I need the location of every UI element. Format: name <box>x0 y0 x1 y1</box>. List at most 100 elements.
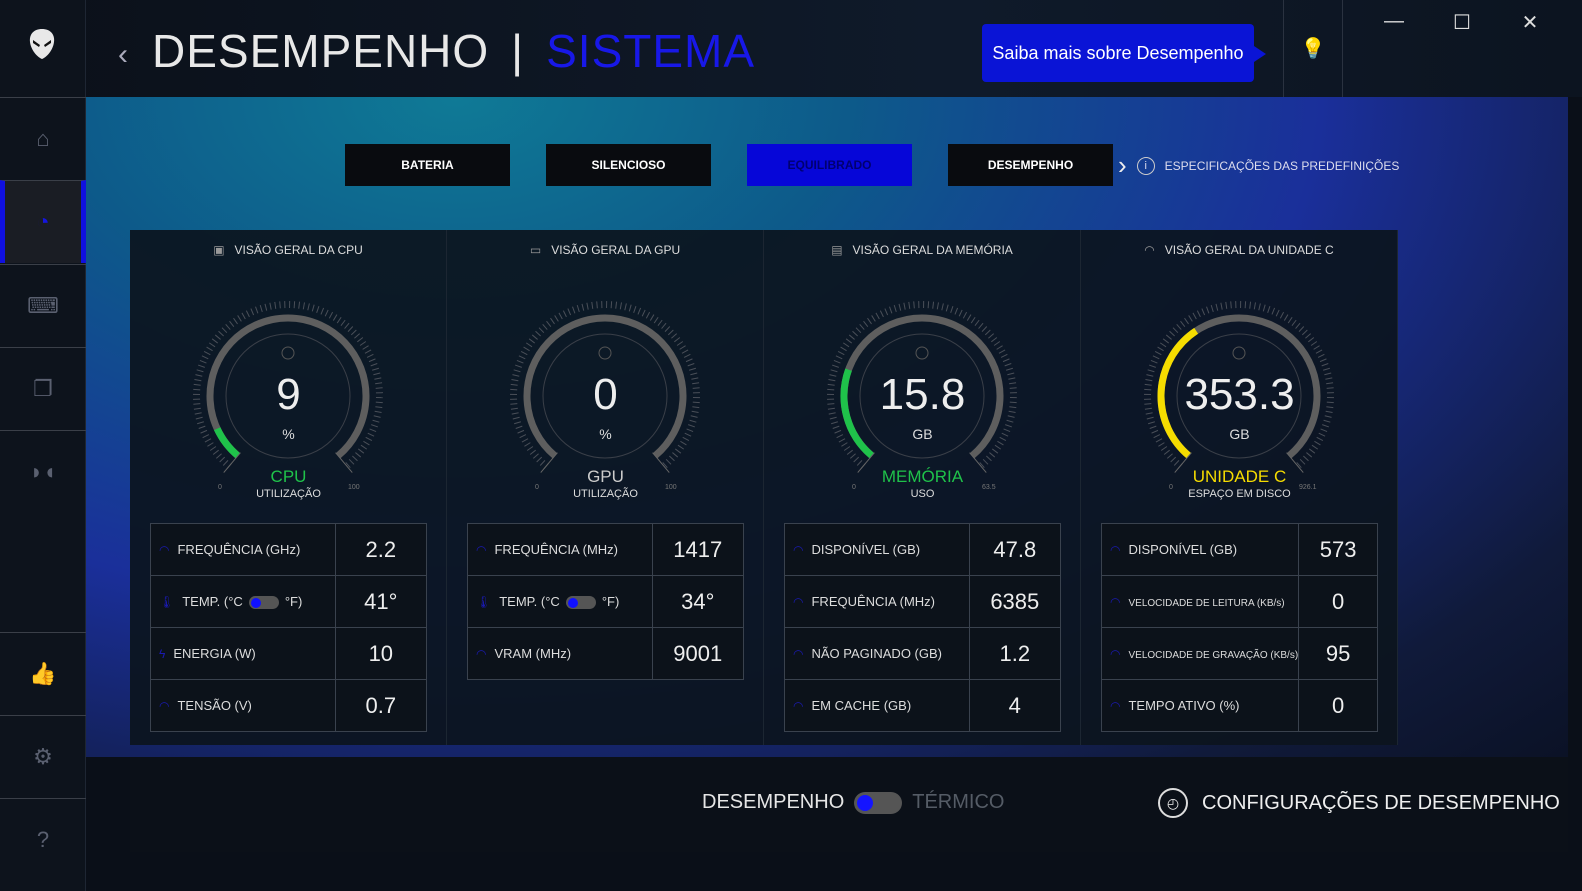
gauge-tick <box>615 301 618 309</box>
row-value: 0 <box>1298 575 1378 628</box>
gauge-tick <box>1319 358 1327 363</box>
row-label-cell: ◠ FREQUÊNCIA (MHz) <box>784 575 970 628</box>
gauge-tick <box>859 323 865 330</box>
gauge-tick <box>664 326 671 332</box>
gauge-tick <box>685 358 693 363</box>
table-row: ◠ FREQUÊNCIA (GHz) 2.2 <box>150 523 428 576</box>
gauge-tick <box>669 455 675 462</box>
gauge-tick <box>837 350 845 356</box>
learn-more-tooltip[interactable]: Saiba mais sobre Desempenho <box>982 24 1266 82</box>
gauge-tick <box>958 309 963 317</box>
gauge-tick <box>665 458 672 465</box>
temperature-unit-toggle[interactable] <box>248 596 279 610</box>
gauge-tick <box>1163 449 1170 455</box>
gauge-icon: ◠ <box>1110 646 1121 661</box>
sidebar-item-performance[interactable]: ◔ <box>0 180 86 263</box>
gauge-tick <box>562 310 567 318</box>
gauge-subtitle: UTILIZAÇÃO <box>256 488 321 500</box>
minimize-button[interactable]: — <box>1374 10 1414 33</box>
gauge-tick <box>1220 302 1223 310</box>
gauge-icon: ◠ <box>1110 594 1121 609</box>
preset-bateria-button[interactable]: BATERIA <box>345 144 510 186</box>
title-main: DESEMPENHO <box>152 25 490 77</box>
gauge-tick <box>1188 315 1193 322</box>
gauge-tick <box>628 304 632 312</box>
table-row: ◠ TENSÃO (V) 0.7 <box>150 679 428 732</box>
gauge-tick <box>898 303 902 311</box>
gauge-tick <box>1173 460 1180 466</box>
settings-icon: ⚙ <box>33 744 53 769</box>
sidebar-item-feedback[interactable]: 👍 <box>0 632 86 715</box>
gauge-tick <box>298 301 301 309</box>
gauge-icon: ◠ <box>793 699 804 713</box>
gauge-tick <box>525 342 533 348</box>
back-icon[interactable]: ‹ <box>118 38 128 72</box>
gauge-tick <box>657 319 663 327</box>
overview-column: ▣ VISÃO GERAL DA CPU 9 % CPU UTILIZAÇÃO 0… <box>130 230 447 745</box>
gauge-tick <box>671 333 678 339</box>
sidebar-item-dolby[interactable]: ◗◖ <box>0 430 86 513</box>
preset-specs-link[interactable]: › i ESPECIFICAÇÕES DAS PREDEFINIÇÕES <box>1118 150 1399 181</box>
gauge-tick <box>221 327 228 334</box>
sidebar-item-peripherals[interactable]: ⌨ <box>0 264 86 347</box>
gauge-tick <box>1301 329 1308 336</box>
gauge-icon: ◠ <box>476 647 487 661</box>
gauge-tick <box>576 305 580 312</box>
preset-silencioso-button[interactable]: SILENCIOSO <box>546 144 711 186</box>
gauge-tick <box>936 302 939 310</box>
mode-toggle[interactable] <box>854 791 903 814</box>
preset-equilibrado-button[interactable]: EQUILIBRADO <box>747 144 912 186</box>
gauge-value: 9 <box>276 370 301 419</box>
gauge-tick <box>1166 453 1173 459</box>
gauge-tick <box>1249 301 1252 309</box>
temperature-unit-toggle[interactable] <box>565 596 596 610</box>
overview-panel: ▣ VISÃO GERAL DA CPU 9 % CPU UTILIZAÇÃO 0… <box>130 230 1398 745</box>
gauge-tick <box>370 363 378 367</box>
lightbulb-icon[interactable]: 💡 <box>1283 0 1343 97</box>
gauge-tick <box>1275 309 1280 317</box>
gauge-tick <box>982 458 989 465</box>
gauge-tick <box>316 306 320 313</box>
gauge-tick <box>1154 350 1162 356</box>
gauge-tick <box>532 453 539 459</box>
gauge-tick <box>1267 306 1271 313</box>
gauge-tick <box>871 315 876 322</box>
overview-column: ▭ VISÃO GERAL DA GPU 0 % GPU UTILIZAÇÃO 0… <box>447 230 764 745</box>
library-icon: ❐ <box>33 376 53 401</box>
gauge-tick <box>528 338 536 344</box>
gauge-tick <box>197 421 204 425</box>
gauge-name: CPU <box>270 467 307 486</box>
gauge-tick <box>350 329 357 336</box>
preset-desempenho-button[interactable]: DESEMPENHO <box>948 144 1113 186</box>
gauge-tick <box>932 301 935 309</box>
gauge-tick <box>516 359 524 364</box>
sidebar-item-library[interactable]: ❐ <box>0 347 86 430</box>
gauge-subtitle: USO <box>910 488 935 500</box>
sidebar-item-help[interactable]: ? <box>0 798 86 881</box>
gauge-tick <box>1169 330 1175 337</box>
gauge-tick <box>255 306 259 314</box>
gauge-tick <box>843 446 851 451</box>
info-icon <box>281 346 295 360</box>
gauge-tick <box>1002 358 1010 363</box>
gauge-tick <box>981 326 988 332</box>
row-value: 41° <box>334 575 428 628</box>
gauge-tick <box>645 311 651 319</box>
gauge-tick <box>679 345 686 350</box>
close-button[interactable]: ✕ <box>1510 10 1550 35</box>
row-label-cell: ◠ NÃO PAGINADO (GB) <box>784 627 970 680</box>
row-label-cell: ◠ VRAM (MHz) <box>467 627 653 680</box>
gauge-tick <box>903 302 906 310</box>
performance-settings-button[interactable]: ◴ CONFIGURAÇÕES DE DESEMPENHO <box>1158 788 1560 818</box>
gauge-tick <box>218 330 224 337</box>
gauge-tick <box>842 342 850 348</box>
row-value: 1.2 <box>968 627 1062 680</box>
gauge-tick <box>209 446 217 451</box>
maximize-button[interactable]: ☐ <box>1442 10 1482 35</box>
gauge-tick <box>893 305 897 312</box>
sidebar-item-home[interactable]: ⌂ <box>0 97 86 180</box>
row-label-cell: ϟ ENERGIA (W) <box>150 627 336 680</box>
gauge-tick <box>279 301 281 309</box>
sidebar-item-settings[interactable]: ⚙ <box>0 715 86 798</box>
gauge-min: 0 <box>535 484 539 491</box>
